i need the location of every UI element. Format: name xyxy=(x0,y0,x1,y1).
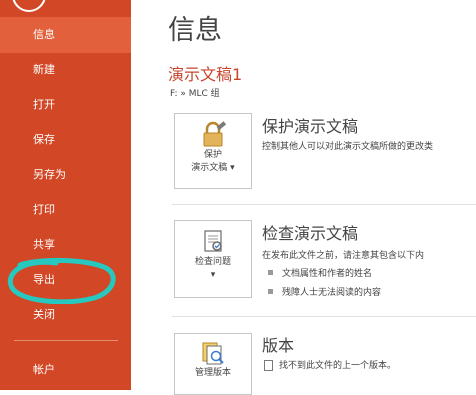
chevron-down-icon: ▾ xyxy=(227,163,235,173)
back-arrow-icon[interactable] xyxy=(12,0,46,12)
sidebar-item-export[interactable]: 导出 xyxy=(0,262,131,298)
manage-versions-button[interactable]: 管理版本 xyxy=(174,333,252,395)
sidebar-divider xyxy=(14,340,118,341)
check-for-issues-button[interactable]: 检查问题 ▾ xyxy=(174,220,252,298)
sidebar-item-info[interactable]: 信息 xyxy=(0,17,131,53)
inspect-bullet-2: 残障人士无法阅读的内容 xyxy=(268,285,381,298)
inspect-bullet-1: 文档属性和作者的姓名 xyxy=(268,266,372,279)
sidebar-item-print[interactable]: 打印 xyxy=(0,192,131,228)
sidebar-item-new[interactable]: 新建 xyxy=(0,52,131,88)
document-path[interactable]: F: » MLC 组 xyxy=(170,86,220,99)
protect-tile-label-line2: 演示文稿 ▾ xyxy=(191,163,235,173)
section-divider xyxy=(172,316,476,317)
manage-versions-label: 管理版本 xyxy=(194,368,231,378)
manage-versions-icon xyxy=(202,342,224,365)
versions-heading: 版本 xyxy=(262,336,295,355)
section-divider xyxy=(172,204,476,205)
versions-description: 找不到此文件的上一个版本。 xyxy=(264,358,396,371)
sidebar-item-close[interactable]: 关闭 xyxy=(0,297,131,333)
inspect-description: 在发布此文件之前，请注意其包含以下内 xyxy=(262,251,425,261)
backstage-sidebar: 信息 新建 打开 保存 另存为 打印 共享 导出 关闭 帐户 xyxy=(0,0,131,390)
inspect-document-icon xyxy=(204,230,222,252)
sidebar-item-open[interactable]: 打开 xyxy=(0,87,131,123)
check-issues-label: 检查问题 xyxy=(194,257,231,267)
inspect-heading: 检查演示文稿 xyxy=(262,224,359,243)
sidebar-item-save[interactable]: 保存 xyxy=(0,122,131,158)
protect-tile-label-line1: 保护 xyxy=(203,150,222,160)
document-small-icon xyxy=(264,360,273,371)
bullet-square-icon xyxy=(268,270,273,275)
protect-presentation-button[interactable]: 保护 演示文稿 ▾ xyxy=(174,113,252,189)
protect-description: 控制其他人可以对此演示文稿所做的更改类 xyxy=(262,142,434,152)
protect-heading: 保护演示文稿 xyxy=(262,117,359,136)
sidebar-item-share[interactable]: 共享 xyxy=(0,227,131,263)
sidebar-item-save-as[interactable]: 另存为 xyxy=(0,157,131,193)
lock-icon xyxy=(203,121,227,147)
bullet-square-icon xyxy=(268,289,273,294)
page-title: 信息 xyxy=(168,15,222,46)
sidebar-item-account[interactable]: 帐户 xyxy=(0,352,131,388)
document-title: 演示文稿1 xyxy=(168,65,243,84)
chevron-down-icon: ▾ xyxy=(210,270,216,280)
